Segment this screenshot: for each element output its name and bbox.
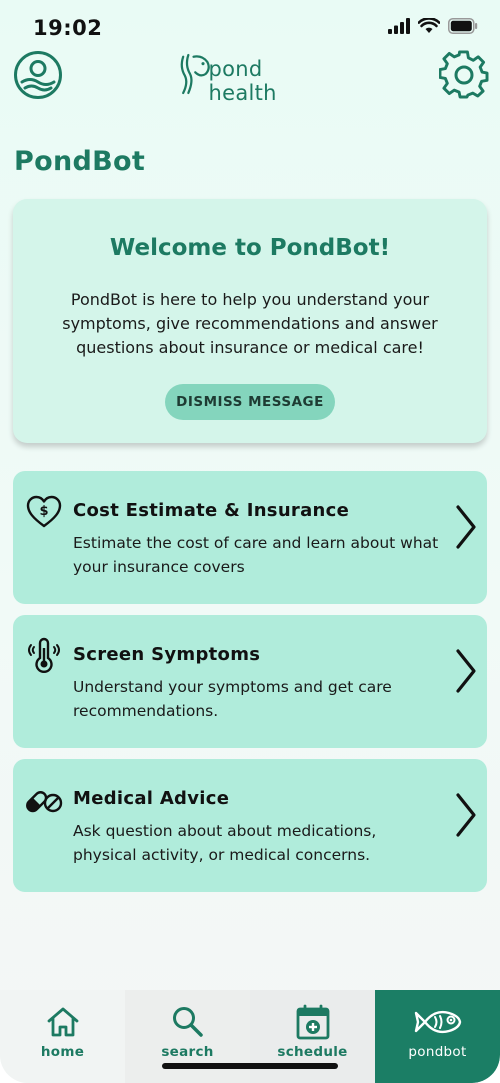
home-icon <box>47 1007 78 1037</box>
chevron-right-icon <box>456 505 476 549</box>
nav-home[interactable]: home <box>0 990 125 1083</box>
option-description: Estimate the cost of care and learn abou… <box>73 534 439 576</box>
phone-screen: 19:02 pond health PondBot Welcome to Pon… <box>0 0 500 1083</box>
nav-label: search <box>161 1044 214 1060</box>
option-description: Ask question about about medications, ph… <box>73 822 377 864</box>
wifi-icon <box>418 18 440 33</box>
status-icons <box>388 18 478 34</box>
page-title: PondBot <box>14 146 146 177</box>
welcome-body: PondBot is here to help you understand y… <box>62 290 438 357</box>
welcome-title: Welcome to PondBot! <box>109 235 391 261</box>
heart-dollar-icon: $ <box>26 495 62 528</box>
home-indicator <box>162 1063 338 1069</box>
nav-search[interactable]: search <box>125 990 250 1083</box>
chevron-right-icon <box>456 649 476 693</box>
cellular-signal-icon <box>388 18 410 34</box>
calendar-plus-icon <box>296 1004 329 1040</box>
fish-icon <box>414 1010 461 1034</box>
logo-text: pond health <box>208 57 277 105</box>
pond-health-logo: pond health <box>178 46 320 105</box>
option-medical-advice[interactable]: Medical Advice Ask question about about … <box>13 759 487 892</box>
option-title: Medical Advice <box>73 788 230 809</box>
pills-icon <box>26 791 63 813</box>
option-screen-symptoms[interactable]: Screen Symptoms Understand your symptoms… <box>13 615 487 748</box>
option-title: Screen Symptoms <box>73 644 261 665</box>
logo-fish-icon <box>180 53 210 95</box>
status-time: 19:02 <box>33 16 103 40</box>
welcome-card: Welcome to PondBot! PondBot is here to h… <box>13 199 487 443</box>
profile-avatar-icon[interactable] <box>13 50 63 100</box>
thermometer-icon <box>28 637 60 673</box>
svg-text:$: $ <box>39 504 48 519</box>
nav-label: pondbot <box>408 1044 467 1060</box>
search-icon <box>172 1007 203 1037</box>
nav-label: schedule <box>277 1044 348 1060</box>
option-title: Cost Estimate & Insurance <box>73 500 350 521</box>
nav-schedule[interactable]: schedule <box>250 990 375 1083</box>
bottom-nav: home search schedule pondbot <box>0 990 500 1083</box>
option-description: Understand your symptoms and get care re… <box>73 678 392 720</box>
battery-icon <box>448 18 478 34</box>
nav-label: home <box>40 1044 85 1060</box>
dismiss-message-button[interactable]: DISMISS MESSAGE <box>165 384 335 420</box>
option-cost-estimate-insurance[interactable]: $ Cost Estimate & Insurance Estimate the… <box>13 471 487 604</box>
nav-pondbot[interactable]: pondbot <box>375 990 500 1083</box>
chevron-right-icon <box>456 793 476 837</box>
settings-gear-icon[interactable] <box>439 50 489 100</box>
